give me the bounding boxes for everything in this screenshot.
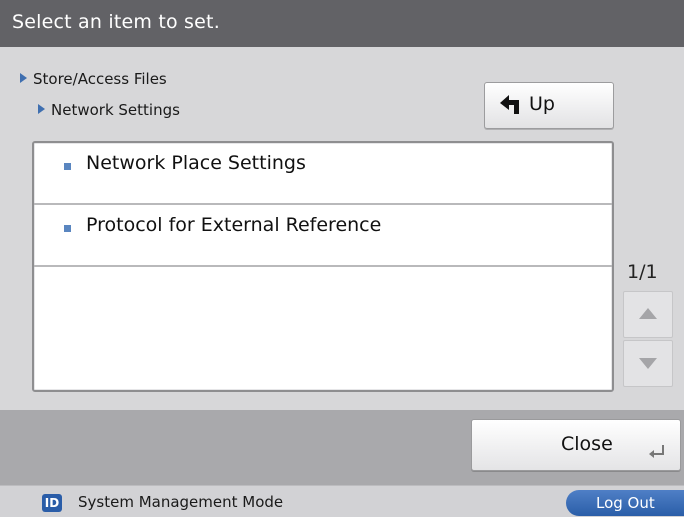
page-title: Select an item to set. [12, 11, 220, 33]
close-button-label: Close [561, 433, 613, 455]
page-indicator: 1/1 [627, 261, 658, 283]
list-item-protocol-external-reference[interactable]: Protocol for External Reference [34, 205, 612, 267]
bullet-icon [64, 163, 71, 170]
triangle-up-icon [639, 308, 657, 319]
enter-icon [649, 445, 664, 458]
bullet-icon [64, 225, 71, 232]
id-icon: ID [42, 494, 62, 512]
title-bar: Select an item to set. [0, 0, 684, 47]
breadcrumb-label-2: Network Settings [51, 101, 180, 119]
scroll-up-button[interactable] [623, 291, 673, 338]
up-arrow-icon [500, 95, 519, 114]
list-item-label: Network Place Settings [86, 152, 306, 174]
mode-status-text: System Management Mode [78, 493, 284, 511]
breadcrumb-label-1: Store/Access Files [33, 70, 167, 88]
status-bar: ID System Management Mode Log Out [0, 485, 684, 517]
logout-button[interactable]: Log Out [566, 490, 684, 516]
breadcrumb-arrow-icon [38, 104, 45, 114]
list-item-label: Protocol for External Reference [86, 214, 382, 236]
triangle-down-icon [639, 358, 657, 369]
breadcrumb-arrow-icon [20, 73, 27, 83]
up-button[interactable]: Up [484, 82, 614, 129]
settings-screen: Select an item to set. Store/Access File… [0, 0, 684, 517]
up-button-label: Up [529, 93, 555, 115]
logout-button-label: Log Out [596, 494, 655, 512]
breadcrumb-level-1: Store/Access Files [20, 70, 167, 88]
list-item-network-place-settings[interactable]: Network Place Settings [34, 143, 612, 205]
breadcrumb-level-2: Network Settings [38, 101, 180, 119]
scroll-down-button[interactable] [623, 340, 673, 387]
settings-list: Network Place Settings Protocol for Exte… [32, 141, 614, 392]
close-button[interactable]: Close [471, 419, 681, 471]
